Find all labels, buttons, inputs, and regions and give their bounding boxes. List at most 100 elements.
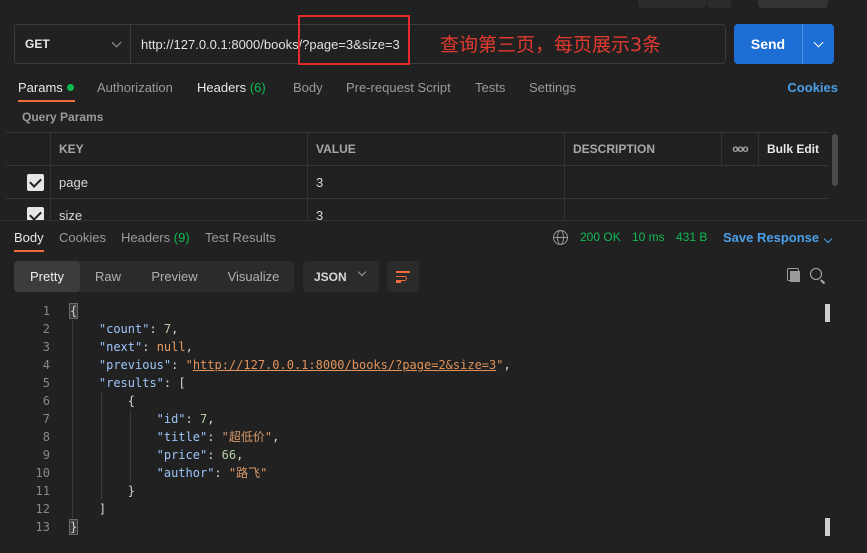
json-value: "超低价": [221, 430, 273, 444]
code-punct: }: [127, 484, 135, 498]
chevron-down-icon: [823, 234, 833, 244]
param-value[interactable]: 3: [307, 199, 564, 220]
code-line: 12]: [0, 500, 820, 518]
param-key[interactable]: page: [50, 166, 307, 198]
code-punct: ,: [272, 430, 280, 444]
chevron-down-icon: [813, 37, 824, 47]
code-line: 3 "next": null,: [0, 338, 820, 356]
json-value: 66: [221, 448, 237, 462]
wrap-lines-button[interactable]: [387, 261, 419, 292]
tab-response-headers[interactable]: Headers (9): [121, 230, 190, 245]
json-key: "previous": [98, 358, 172, 372]
code-scrollbar[interactable]: [825, 518, 830, 536]
more-options-button[interactable]: ooo: [721, 133, 758, 165]
globe-icon[interactable]: [553, 230, 568, 245]
line-number: 6: [42, 394, 50, 408]
tab-prerequest-script[interactable]: Pre-request Script: [346, 80, 451, 95]
row-checkbox[interactable]: [27, 207, 44, 220]
json-key: "price": [156, 448, 208, 462]
table-row: size 3: [6, 199, 829, 220]
request-tabs: Params Authorization Headers (6) Body Pr…: [18, 80, 838, 102]
view-preview[interactable]: Preview: [136, 261, 213, 292]
row-checkbox[interactable]: [27, 174, 44, 191]
code-punct: :: [171, 358, 186, 372]
window-tab-stub: [758, 0, 828, 8]
search-icon[interactable]: [810, 268, 822, 280]
code-text: "title": "超低价",: [157, 428, 280, 446]
chevron-down-icon: [357, 267, 367, 277]
code-punct: {: [68, 303, 79, 319]
chevron-down-icon: [111, 37, 122, 47]
code-scrollbar[interactable]: [825, 304, 830, 322]
code-punct: :: [207, 448, 222, 462]
send-button[interactable]: Send: [734, 24, 834, 64]
param-value[interactable]: 3: [307, 166, 564, 198]
code-punct: ]: [98, 502, 107, 516]
bulk-edit-button[interactable]: Bulk Edit: [758, 133, 829, 165]
tab-response-headers-label: Headers: [121, 230, 171, 245]
cookies-link[interactable]: Cookies: [787, 80, 838, 95]
line-number: 7: [42, 412, 50, 426]
code-line: 9 "price": 66,: [0, 446, 820, 464]
tab-response-body[interactable]: Body: [14, 230, 44, 245]
view-pretty[interactable]: Pretty: [14, 261, 80, 292]
response-time[interactable]: 10 ms: [632, 230, 665, 244]
wrap-icon-part: [396, 281, 401, 283]
response-divider[interactable]: [0, 220, 867, 221]
copy-icon[interactable]: [787, 268, 800, 282]
code-punct: :: [185, 412, 200, 426]
tab-tests[interactable]: Tests: [475, 80, 505, 95]
param-description[interactable]: [564, 166, 829, 198]
window-tab-stub: [638, 0, 706, 8]
code-line: 13}: [0, 518, 820, 536]
annotation-text: 查询第三页，每页展示3条: [440, 34, 662, 56]
params-scrollbar[interactable]: [832, 134, 838, 186]
column-value: VALUE: [307, 133, 564, 165]
tab-test-results[interactable]: Test Results: [205, 230, 276, 245]
code-punct: :: [142, 340, 157, 354]
tab-body[interactable]: Body: [293, 80, 323, 95]
line-number: 8: [42, 430, 50, 444]
line-number: 3: [42, 340, 50, 354]
line-number: 4: [42, 358, 50, 372]
send-dropdown[interactable]: [802, 24, 834, 64]
table-row: page 3: [6, 166, 829, 199]
method-select[interactable]: GET: [15, 25, 131, 63]
tab-params[interactable]: Params: [18, 80, 74, 95]
code-punct: {: [127, 394, 135, 408]
view-visualize[interactable]: Visualize: [213, 261, 294, 292]
save-response-label: Save Response: [723, 230, 820, 245]
url-input[interactable]: http://127.0.0.1:8000/books/?page=3&size…: [131, 37, 400, 52]
code-text: "next": null,: [99, 338, 193, 356]
line-number: 12: [35, 502, 50, 516]
json-value: [: [178, 376, 186, 390]
param-key[interactable]: size: [50, 199, 307, 220]
code-text: }: [68, 518, 79, 536]
tab-params-label: Params: [18, 80, 63, 95]
code-punct: :: [214, 466, 229, 480]
active-tab-underline: [14, 250, 44, 252]
format-select[interactable]: JSON: [303, 261, 379, 292]
status-dot-icon: [66, 84, 74, 91]
param-description[interactable]: [564, 199, 829, 220]
json-value: ": [185, 358, 193, 372]
tab-settings[interactable]: Settings: [529, 80, 576, 95]
tab-headers-count: (6): [249, 80, 266, 95]
send-label: Send: [750, 36, 786, 52]
tab-authorization[interactable]: Authorization: [97, 80, 173, 95]
json-key: "count": [98, 322, 150, 336]
view-raw[interactable]: Raw: [80, 261, 136, 292]
response-body-editor[interactable]: 1{2 "count": 7, 3 "next": null, 4 "previous":…: [0, 302, 830, 542]
wrap-icon: [396, 271, 410, 273]
code-text: {: [68, 302, 79, 320]
response-size[interactable]: 431 B: [676, 230, 707, 244]
code-text: "previous": "http://127.0.0.1:8000/books…: [99, 356, 511, 374]
tab-headers[interactable]: Headers (6): [197, 80, 266, 95]
json-key: "id": [156, 412, 186, 426]
save-response-button[interactable]: Save Response: [723, 230, 833, 245]
tab-response-headers-count: (9): [173, 230, 190, 245]
status-code[interactable]: 200 OK: [580, 230, 621, 244]
code-line: 4 "previous": "http://127.0.0.1:8000/book…: [0, 356, 820, 374]
code-text: ]: [99, 500, 106, 518]
tab-response-cookies[interactable]: Cookies: [59, 230, 106, 245]
